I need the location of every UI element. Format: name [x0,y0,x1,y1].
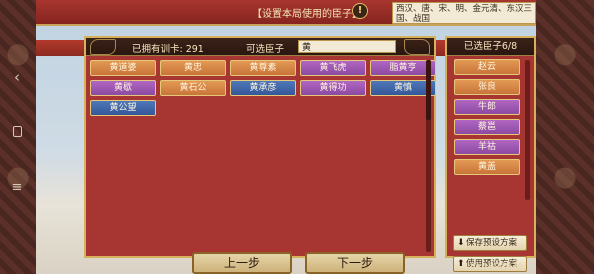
minister-card[interactable]: 黄得功 [300,80,366,96]
minister-card[interactable]: 黄道婆 [90,60,156,76]
save-preset-label: 保存预设方案 [466,238,518,248]
corner-ornament-icon [404,39,430,55]
minister-card[interactable]: 黄承彦 [230,80,296,96]
system-back-icon[interactable]: ‹ [9,68,25,86]
selected-minister-card[interactable]: 蔡邕 [454,119,520,135]
pool-header: 已拥有训卡: 291 可选臣子 [86,38,434,56]
upload-icon: ⬆ [457,259,465,269]
minister-card[interactable]: 黄尊素 [230,60,296,76]
pick-label: 可选臣子 [246,44,285,55]
owned-count: 已拥有训卡: 291 [132,44,204,55]
selected-minister-card[interactable]: 牛郎 [454,99,520,115]
selected-minister-card[interactable]: 黄盖 [454,159,520,175]
minister-card[interactable]: 黄忠 [160,60,226,76]
pool-scrollbar[interactable] [426,60,431,252]
minister-card[interactable]: 黄石公 [160,80,226,96]
minister-card[interactable]: 黄飞虎 [300,60,366,76]
prev-step-button[interactable]: 上一步 [192,252,292,274]
dynasty-list: 西汉、唐、宋、明、金元清、东汉三国、战国 [392,2,536,24]
system-recents-icon[interactable]: ≡ [9,180,25,195]
minister-card[interactable]: 黄公望 [90,100,156,116]
user-id: ID:1995936 [470,262,523,272]
selected-scrollbar[interactable] [525,60,530,200]
page-title: 【设置本局使用的臣子】 [252,9,362,20]
download-icon: ⬇ [457,238,465,248]
right-decorative-border [536,0,594,274]
save-preset-button[interactable]: ⬇保存预设方案 [453,235,527,251]
minister-card[interactable]: 黄歇 [90,80,156,96]
selected-minister-card[interactable]: 张良 [454,79,520,95]
selected-ministers-panel: 已选臣子6/8 赵云张良牛郎蔡邕羊祜黄盖 [445,36,536,258]
selected-minister-card[interactable]: 赵云 [454,59,520,75]
selected-minister-card[interactable]: 羊祜 [454,139,520,155]
selected-header: 已选臣子6/8 [447,38,534,56]
corner-ornament-icon [90,39,116,55]
alert-icon[interactable]: ! [352,3,368,19]
next-step-button[interactable]: 下一步 [305,252,405,274]
search-input[interactable] [298,40,396,53]
minister-pool-panel: 已拥有训卡: 291 可选臣子 黄道婆黄忠黄尊素黄飞虎脂黄亨黄歇黄石公黄承彦黄得… [84,36,436,258]
system-home-icon[interactable] [9,126,25,141]
scrollbar-thumb[interactable] [426,60,431,120]
